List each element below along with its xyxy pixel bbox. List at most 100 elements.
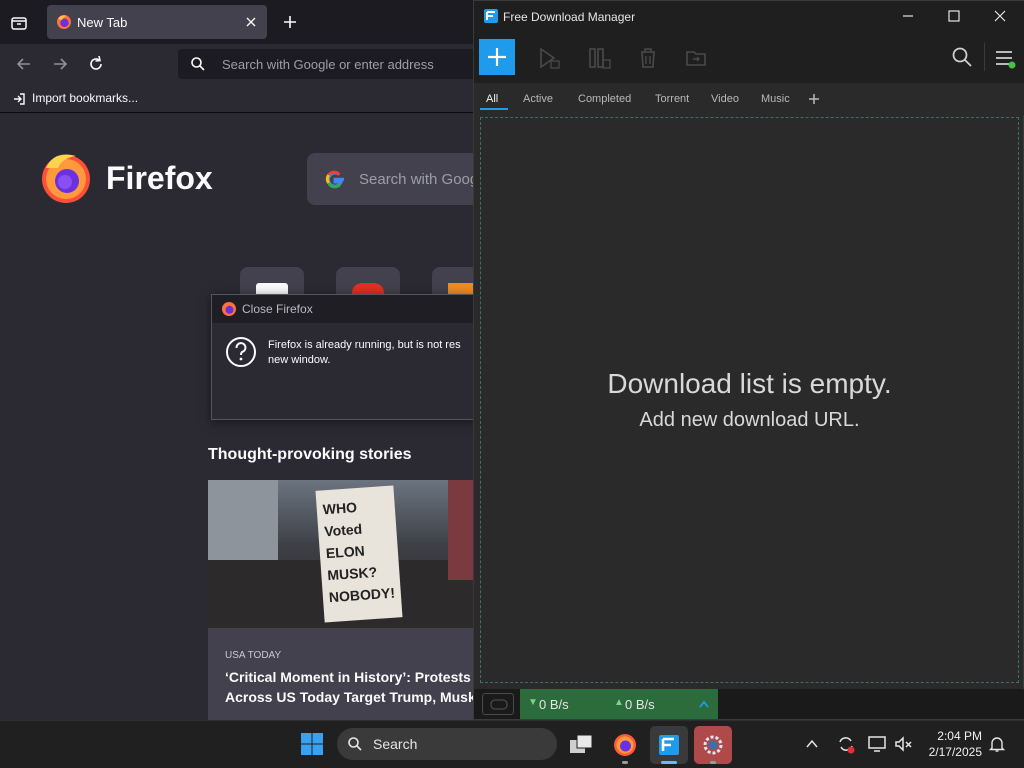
add-tab-plus-icon[interactable]	[807, 92, 821, 106]
new-tab-button[interactable]	[280, 12, 300, 32]
tab-new-tab[interactable]: New Tab	[47, 5, 267, 39]
url-bar-placeholder: Search with Google or enter address	[222, 57, 434, 72]
import-icon	[14, 93, 25, 105]
flag-shape	[448, 480, 474, 580]
fdm-filter-tabs: All Active Completed Torrent Video Music	[474, 83, 1024, 115]
search-icon[interactable]	[951, 46, 973, 68]
chevron-up-icon[interactable]	[805, 737, 819, 751]
firefox-tab-icon	[57, 15, 71, 29]
fdm-title-bar: Free Download Manager	[474, 1, 1024, 31]
fdm-status-bar: ▼ 0 B/s ▲ 0 B/s	[474, 689, 1024, 719]
chevron-up-icon[interactable]	[698, 699, 710, 709]
task-view-icon	[570, 734, 593, 753]
import-bookmarks-label: Import bookmarks...	[32, 91, 139, 105]
taskbar-firefox-button[interactable]	[606, 726, 644, 764]
protest-sign-text: WHO Voted ELON MUSK? NOBODY!	[322, 499, 396, 606]
taskbar-search-box[interactable]: Search	[337, 728, 557, 760]
snail-mode-button[interactable]	[482, 693, 514, 715]
resume-icon[interactable]	[537, 46, 561, 70]
forward-arrow-icon	[54, 58, 68, 70]
empty-list-subtitle: Add new download URL.	[639, 409, 860, 431]
fdm-icon	[659, 735, 679, 755]
snail-icon	[490, 699, 508, 710]
firefox-logo-icon	[42, 154, 90, 203]
content-search-placeholder: Search with Goog	[359, 171, 479, 188]
menu-icon[interactable]	[993, 48, 1017, 70]
empty-list-title: Download list is empty.	[607, 368, 892, 399]
open-folder-icon[interactable]	[684, 46, 708, 70]
dialog-message-line1: Firefox is already running, but is not r…	[268, 339, 461, 351]
volume-muted-icon[interactable]	[893, 734, 913, 754]
close-firefox-dialog: Close Firefox Firefox is already running…	[211, 294, 476, 420]
back-button[interactable]	[14, 54, 34, 74]
minimize-icon[interactable]	[901, 9, 915, 23]
notification-bell-icon[interactable]	[988, 735, 1006, 753]
maximize-icon[interactable]	[947, 9, 961, 23]
dialog-title-bar: Close Firefox	[212, 295, 475, 323]
tab-video[interactable]: Video	[711, 93, 739, 105]
plus-icon	[488, 48, 506, 66]
clock-time[interactable]: 2:04 PM	[930, 729, 982, 743]
tab-title: New Tab	[77, 15, 128, 30]
close-icon[interactable]	[993, 9, 1007, 23]
windows-start-icon[interactable]	[300, 732, 324, 756]
sync-icon[interactable]	[836, 734, 856, 754]
task-view-button[interactable]	[562, 726, 600, 764]
network-icon[interactable]	[867, 734, 887, 754]
protest-sign: WHO Voted ELON MUSK? NOBODY!	[315, 485, 403, 623]
url-bar[interactable]: Search with Google or enter address	[178, 49, 478, 79]
firefox-icon	[614, 734, 636, 756]
story-headline-line2[interactable]: Across US Today Target Trump, Musk	[225, 689, 476, 705]
download-speed: 0 B/s	[539, 697, 569, 712]
google-g-icon	[325, 170, 344, 189]
taskbar-search-label: Search	[373, 736, 418, 752]
reload-button[interactable]	[86, 54, 106, 74]
search-icon	[191, 57, 205, 71]
tab-all[interactable]: All	[486, 93, 498, 105]
close-tab-icon[interactable]	[244, 15, 258, 29]
fdm-toolbar	[474, 31, 1024, 83]
pause-icon[interactable]	[587, 46, 611, 70]
back-arrow-icon	[16, 58, 30, 70]
toolbar-divider	[984, 43, 985, 71]
tab-overview-icon	[11, 17, 27, 30]
speed-panel[interactable]: ▼ 0 B/s ▲ 0 B/s	[520, 689, 718, 719]
question-icon	[226, 337, 256, 367]
tab-music[interactable]: Music	[761, 93, 790, 105]
running-indicator	[710, 761, 716, 764]
content-search-box[interactable]: Search with Goog	[307, 153, 478, 205]
firefox-wordmark: Firefox	[106, 160, 213, 196]
add-download-button[interactable]	[479, 39, 515, 75]
reload-icon	[90, 55, 102, 70]
dialog-message-line2: new window.	[268, 354, 331, 366]
clock-date[interactable]: 2/17/2025	[920, 745, 982, 759]
dialog-title: Close Firefox	[242, 302, 313, 316]
forward-button[interactable]	[50, 54, 70, 74]
tab-torrent[interactable]: Torrent	[655, 93, 689, 105]
news-story-image[interactable]: WHO Voted ELON MUSK? NOBODY!	[208, 480, 474, 628]
story-source: USA TODAY	[225, 650, 282, 661]
upload-arrow-icon: ▲	[614, 697, 624, 708]
story-headline-line1[interactable]: ‘Critical Moment in History’: Protests	[225, 669, 471, 685]
taskbar-fdm-button[interactable]	[650, 726, 688, 764]
fdm-window: Free Download Manager All Active Complet…	[473, 0, 1024, 720]
tab-overview-button[interactable]	[8, 12, 30, 34]
running-indicator	[622, 761, 628, 764]
news-story-card[interactable]: USA TODAY ‘Critical Moment in History’: …	[208, 628, 476, 720]
stories-heading: Thought-provoking stories	[208, 446, 412, 463]
trash-icon[interactable]	[636, 46, 660, 70]
search-icon	[348, 737, 362, 751]
fdm-app-icon	[484, 9, 498, 23]
active-indicator	[661, 761, 677, 764]
tab-active[interactable]: Active	[523, 93, 553, 105]
fdm-window-title: Free Download Manager	[503, 10, 636, 24]
download-arrow-icon: ▼	[528, 697, 538, 708]
firefox-dialog-icon	[222, 302, 236, 316]
active-tab-indicator	[480, 108, 508, 110]
plus-icon	[284, 16, 296, 28]
taskbar-settings-button[interactable]	[694, 726, 732, 764]
download-list-area[interactable]: Download list is empty. Add new download…	[480, 117, 1019, 683]
tab-completed[interactable]: Completed	[578, 93, 631, 105]
upload-speed: 0 B/s	[625, 697, 655, 712]
gear-icon	[703, 735, 723, 755]
